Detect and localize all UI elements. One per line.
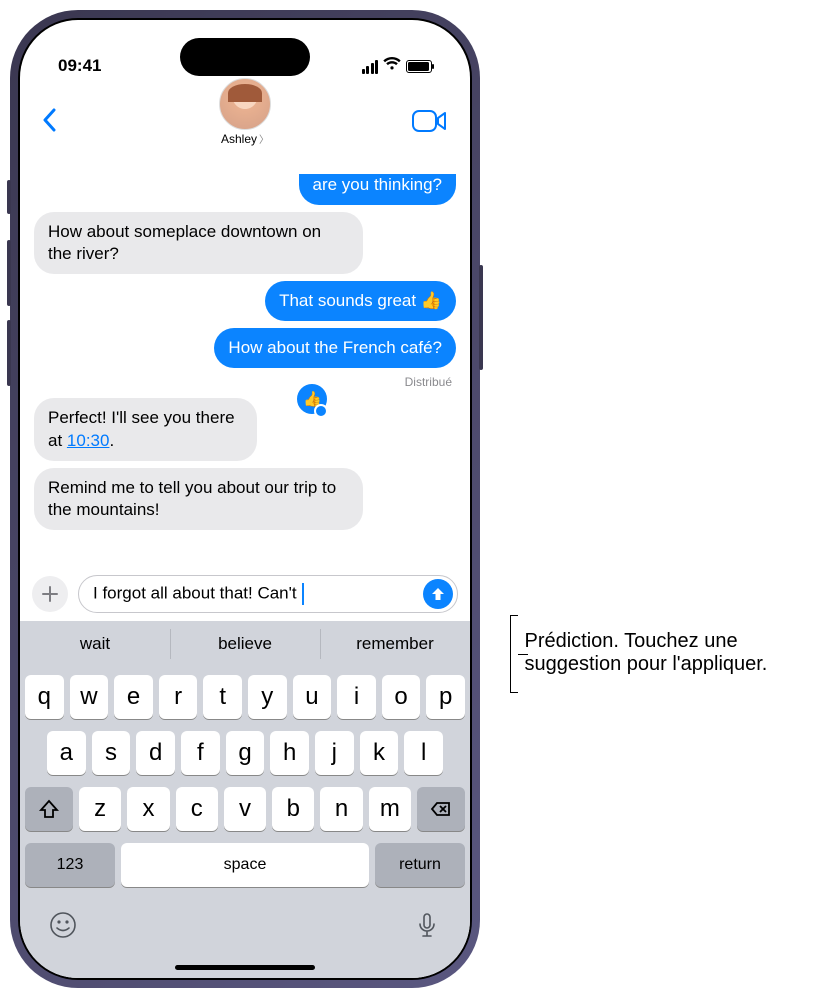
key-d[interactable]: d — [136, 731, 175, 775]
key-o[interactable]: o — [382, 675, 421, 719]
key-b[interactable]: b — [272, 787, 314, 831]
message-received[interactable]: Perfect! I'll see you there at 10:30. — [34, 398, 257, 460]
message-input[interactable]: I forgot all about that! Can't — [78, 575, 458, 613]
message-sent[interactable]: How about the French café? — [214, 328, 456, 368]
key-g[interactable]: g — [226, 731, 265, 775]
key-row-2: a s d f g h j k l — [25, 731, 465, 775]
key-row-4: 123 space return — [25, 843, 465, 887]
contact-header[interactable]: Ashley 〉 — [219, 78, 271, 146]
keyboard: q w e r t y u i o p a s d f g h — [20, 667, 470, 978]
compose-bar: I forgot all about that! Can't — [20, 569, 470, 621]
key-l[interactable]: l — [404, 731, 443, 775]
key-k[interactable]: k — [360, 731, 399, 775]
key-z[interactable]: z — [79, 787, 121, 831]
shift-key[interactable] — [25, 787, 73, 831]
dictation-button[interactable] — [413, 911, 441, 944]
apps-button[interactable] — [32, 576, 68, 612]
facetime-button[interactable] — [412, 109, 448, 138]
prediction-2[interactable]: believe — [170, 621, 320, 667]
space-key[interactable]: space — [121, 843, 369, 887]
key-r[interactable]: r — [159, 675, 198, 719]
return-key[interactable]: return — [375, 843, 465, 887]
prediction-3[interactable]: remember — [320, 621, 470, 667]
key-u[interactable]: u — [293, 675, 332, 719]
key-y[interactable]: y — [248, 675, 287, 719]
message-received[interactable]: How about someplace downtown on the rive… — [34, 212, 363, 274]
key-f[interactable]: f — [181, 731, 220, 775]
compose-text: I forgot all about that! Can't — [93, 583, 423, 605]
key-row-3: z x c v b n m — [25, 787, 465, 831]
key-j[interactable]: j — [315, 731, 354, 775]
key-a[interactable]: a — [47, 731, 86, 775]
key-m[interactable]: m — [369, 787, 411, 831]
chevron-right-icon: 〉 — [259, 131, 269, 146]
home-indicator[interactable] — [175, 965, 315, 970]
key-w[interactable]: w — [70, 675, 109, 719]
callout-text: Prédiction. Touchez une suggestion pour … — [524, 630, 790, 676]
message-sent[interactable]: That sounds great 👍 — [265, 281, 456, 321]
key-row-1: q w e r t y u i o p — [25, 675, 465, 719]
time-link[interactable]: 10:30 — [67, 431, 110, 450]
key-h[interactable]: h — [270, 731, 309, 775]
key-v[interactable]: v — [224, 787, 266, 831]
key-s[interactable]: s — [92, 731, 131, 775]
delivery-status: Distribué — [405, 375, 452, 389]
key-c[interactable]: c — [176, 787, 218, 831]
backspace-key[interactable] — [417, 787, 465, 831]
prediction-bar: wait believe remember — [20, 621, 470, 667]
contact-name: Ashley — [221, 132, 257, 146]
message-received[interactable]: Remind me to tell you about our trip to … — [34, 468, 363, 530]
battery-icon — [406, 60, 432, 73]
status-time: 09:41 — [58, 56, 101, 76]
cellular-icon — [362, 60, 379, 74]
emoji-button[interactable] — [49, 911, 77, 944]
tapback-thumbs-up[interactable]: 👍 — [295, 382, 329, 416]
bracket-icon — [510, 615, 518, 693]
dynamic-island — [180, 38, 310, 76]
key-i[interactable]: i — [337, 675, 376, 719]
key-q[interactable]: q — [25, 675, 64, 719]
conversation-header: Ashley 〉 — [20, 78, 470, 174]
wifi-icon — [383, 57, 401, 76]
key-n[interactable]: n — [320, 787, 362, 831]
iphone-frame: 09:41 Ashley 〉 — [10, 10, 480, 988]
key-p[interactable]: p — [426, 675, 465, 719]
message-sent[interactable]: are you thinking? — [299, 174, 456, 205]
key-t[interactable]: t — [203, 675, 242, 719]
key-x[interactable]: x — [127, 787, 169, 831]
numbers-key[interactable]: 123 — [25, 843, 115, 887]
avatar — [219, 78, 271, 130]
prediction-1[interactable]: wait — [20, 621, 170, 667]
send-button[interactable] — [423, 579, 453, 609]
message-list[interactable]: are you thinking? How about someplace do… — [20, 174, 470, 569]
key-e[interactable]: e — [114, 675, 153, 719]
annotation-callout: Prédiction. Touchez une suggestion pour … — [510, 630, 790, 988]
back-button[interactable] — [42, 106, 56, 140]
